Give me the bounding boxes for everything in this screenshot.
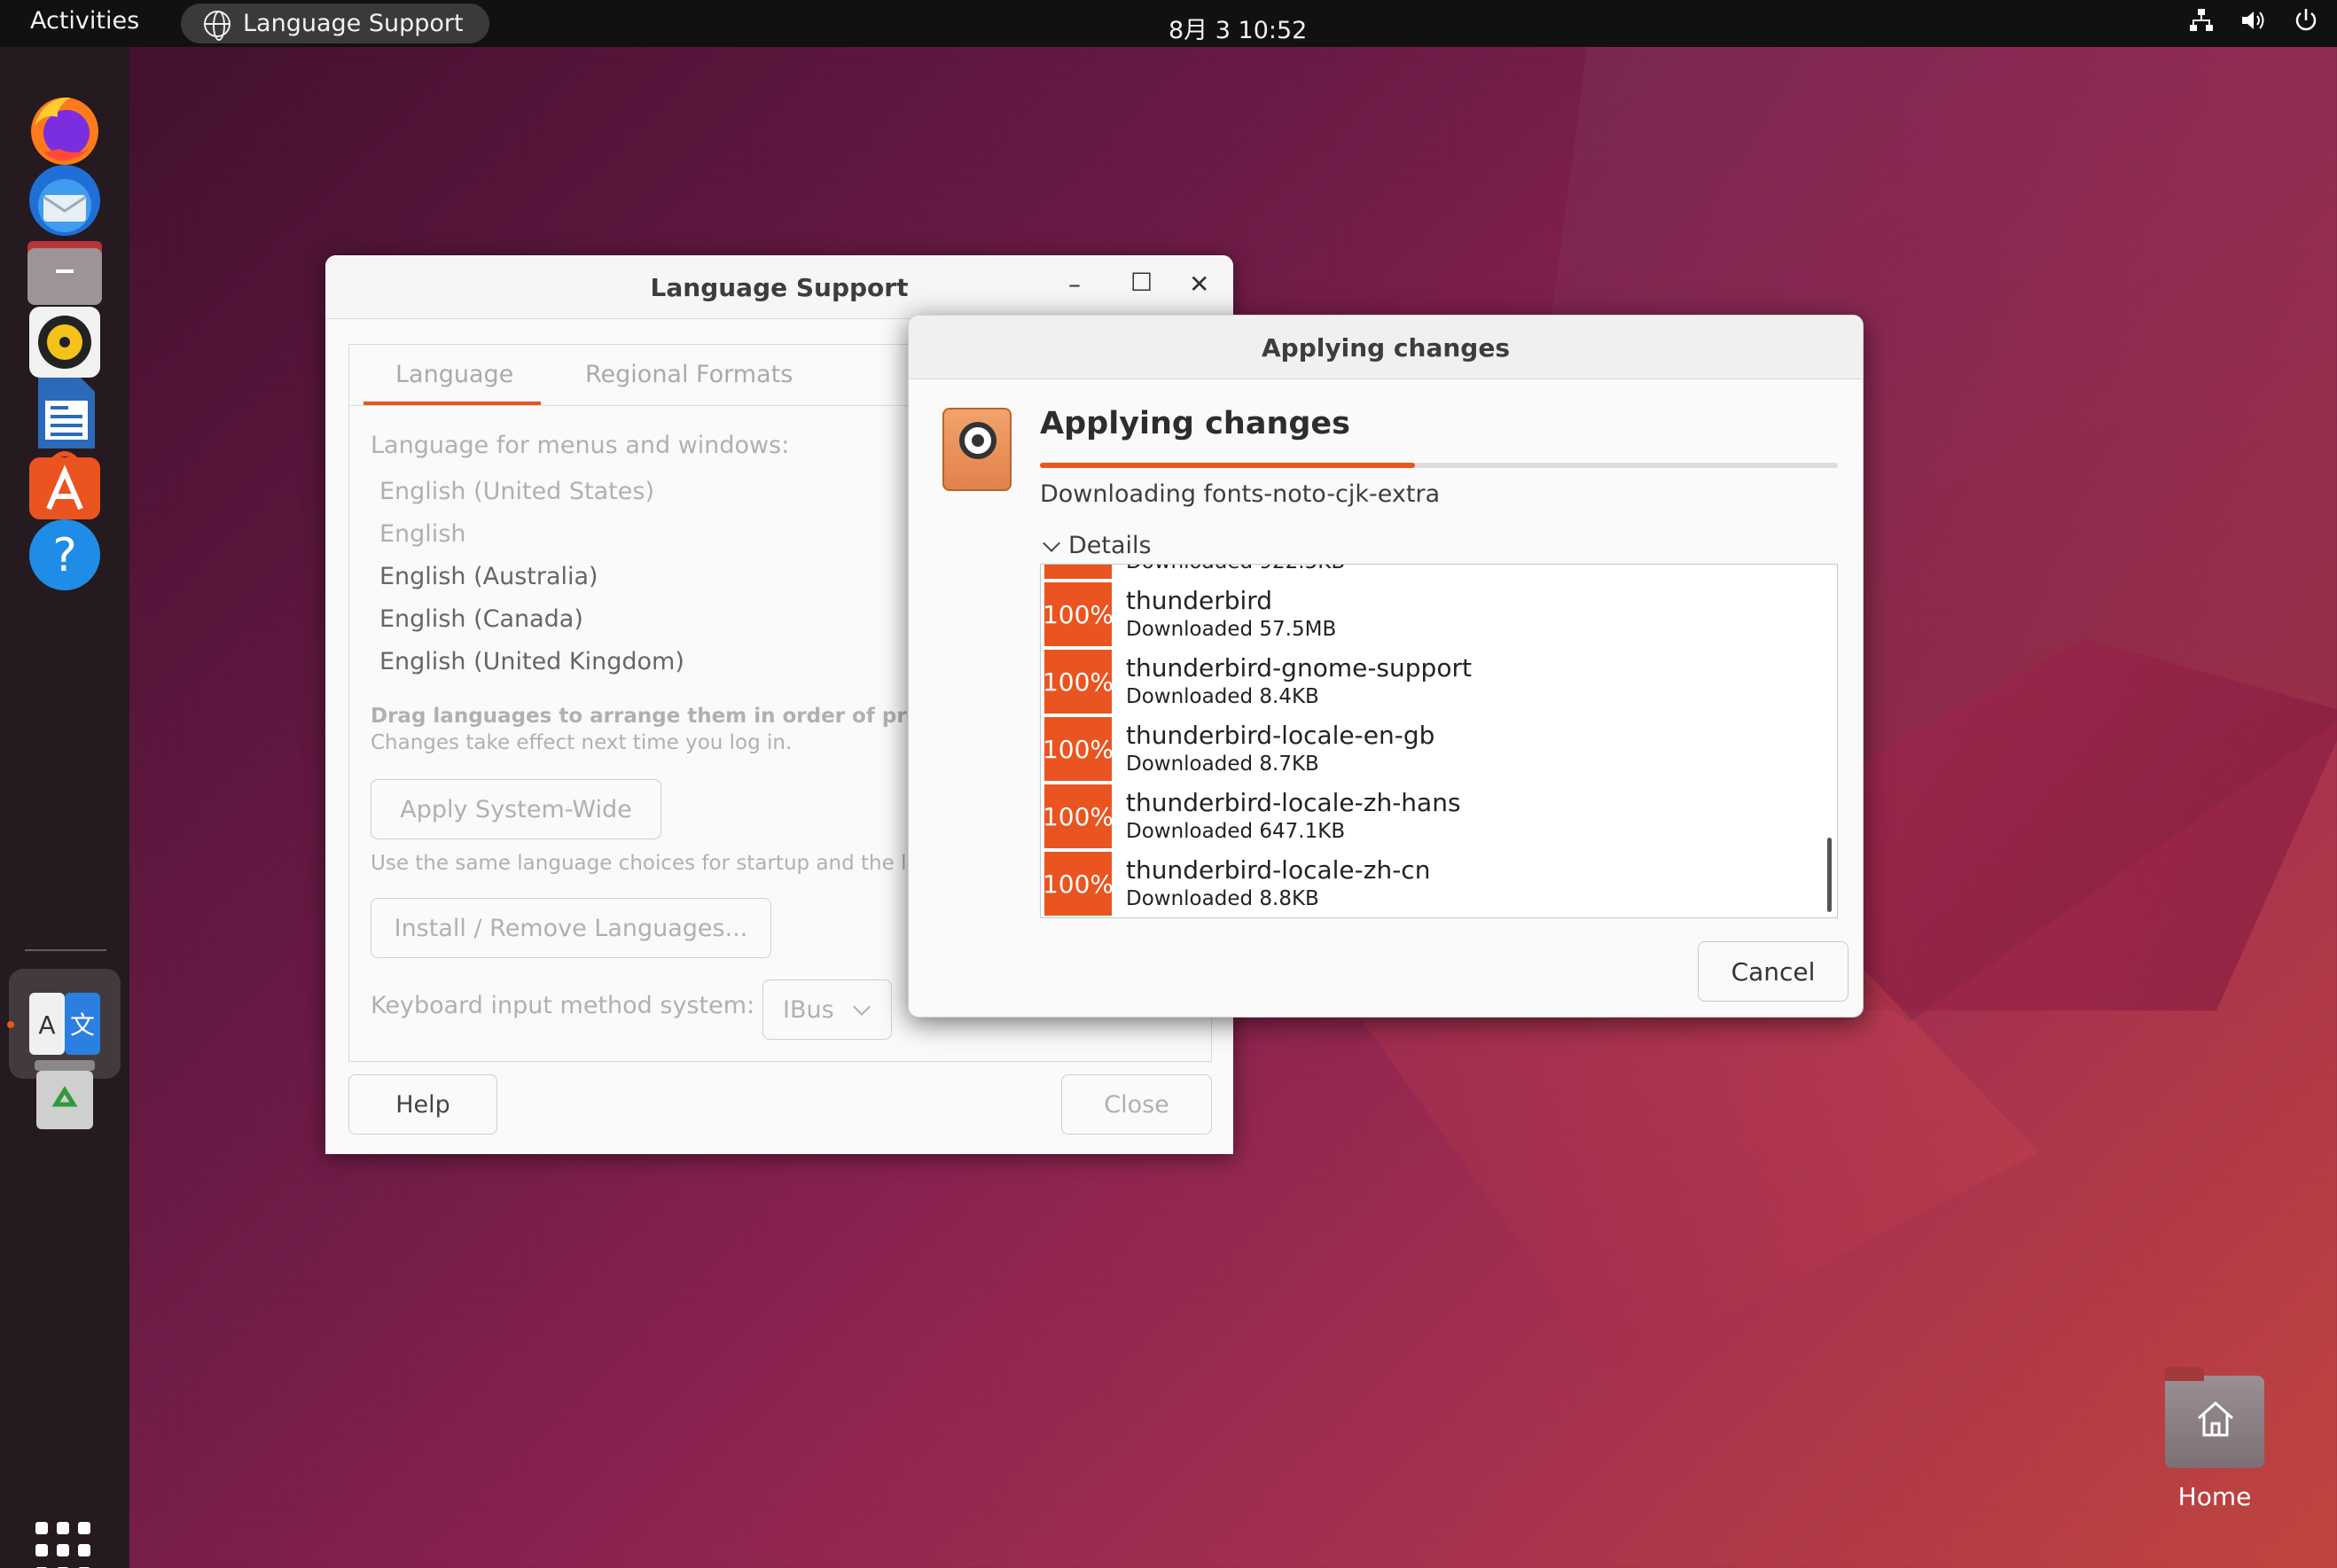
package-status: Downloaded 8.7KB [1126, 753, 1319, 776]
status-text: Downloading fonts-noto-cjk-extra [1040, 480, 1441, 508]
package-status: Downloaded 57.5MB [1126, 618, 1337, 641]
package-status: Downloaded 922.5KB [1126, 565, 1345, 573]
home-folder-icon[interactable] [2165, 1367, 2264, 1468]
package-name: thunderbird [1126, 586, 1273, 615]
package-icon [942, 408, 1012, 491]
progress-bar [1040, 463, 1838, 468]
maximize-icon[interactable]: ☐ [1130, 268, 1153, 297]
power-icon [2295, 9, 2317, 31]
keyboard-input-value: IBus [783, 995, 834, 1024]
package-name: thunderbird-locale-en-gb [1126, 721, 1435, 750]
drag-hint-2: Changes take effect next time you log in… [371, 731, 793, 754]
thunderbird-icon[interactable] [25, 160, 105, 240]
app-menu-label: Language Support [243, 10, 464, 37]
window-titlebar[interactable]: Language Support – ☐ ✕ [325, 255, 1233, 319]
tab-language[interactable]: Language [395, 361, 513, 388]
chevron-down-icon [852, 998, 871, 1016]
tab-regional-formats[interactable]: Regional Formats [585, 361, 793, 388]
percent-badge [1044, 565, 1112, 579]
list-item: 100% thunderbird-locale-zh-hans Download… [1043, 784, 1825, 848]
percent-badge: 100% [1043, 852, 1114, 916]
ubuntu-software-icon[interactable] [25, 444, 105, 524]
network-icon [2190, 9, 2213, 31]
package-status: Downloaded 647.1KB [1126, 820, 1346, 843]
drag-hint: Drag languages to arrange them in order … [371, 705, 982, 728]
language-list-item[interactable]: English (Australia) [379, 563, 598, 590]
details-list[interactable]: Downloaded 922.5KB 100% thunderbird Down… [1040, 564, 1838, 918]
language-list-item[interactable]: English (United Kingdom) [379, 648, 684, 675]
svg-text:文: 文 [70, 1010, 95, 1040]
package-name: thunderbird-locale-zh-hans [1126, 788, 1461, 817]
dialog-title: Applying changes [1262, 333, 1510, 363]
help-button[interactable]: Help [348, 1074, 497, 1135]
keyboard-input-label: Keyboard input method system: [371, 992, 755, 1019]
percent-badge: 100% [1043, 582, 1114, 646]
details-expander[interactable]: Details [1042, 532, 1152, 559]
percent-badge: 100% [1043, 717, 1114, 781]
help-icon[interactable]: ? [25, 515, 105, 595]
top-bar: Activities Language Support 8月 3 10:52 [0, 0, 2337, 47]
language-support-icon[interactable]: A 文 [25, 983, 105, 1063]
running-indicator [7, 1021, 14, 1028]
apply-hint: Use the same language choices for startu… [371, 852, 938, 875]
dock-separator [25, 949, 106, 951]
install-remove-languages-button[interactable]: Install / Remove Languages... [371, 898, 771, 958]
language-list-item[interactable]: English (United States) [379, 478, 654, 505]
applying-changes-dialog: Applying changes Applying changes Downlo… [908, 315, 1864, 1018]
system-tray[interactable] [2188, 7, 2319, 34]
list-item: 100% thunderbird Downloaded 57.5MB [1043, 582, 1825, 646]
files-icon[interactable] [25, 231, 105, 311]
package-name: thunderbird-locale-zh-cn [1126, 855, 1431, 885]
list-item: 100% thunderbird-locale-zh-cn Downloaded… [1043, 852, 1825, 916]
menus-label: Language for menus and windows: [371, 432, 790, 459]
activities-button[interactable]: Activities [30, 7, 139, 35]
window-title: Language Support [650, 273, 909, 302]
libreoffice-writer-icon[interactable] [25, 373, 105, 453]
home-folder-label[interactable]: Home [2146, 1482, 2284, 1511]
trash-icon[interactable] [25, 1054, 105, 1134]
globe-icon [204, 10, 231, 41]
app-menu-button[interactable]: Language Support [181, 4, 489, 43]
cancel-button[interactable]: Cancel [1698, 941, 1848, 1002]
percent-badge: 100% [1043, 784, 1114, 848]
package-status: Downloaded 8.4KB [1126, 685, 1319, 708]
firefox-icon[interactable] [25, 90, 105, 169]
chevron-down-icon [1043, 534, 1060, 552]
dialog-titlebar[interactable]: Applying changes [909, 316, 1863, 379]
svg-text:A: A [38, 1010, 55, 1040]
rhythmbox-icon[interactable] [25, 302, 105, 382]
details-label: Details [1068, 532, 1152, 559]
keyboard-input-select[interactable]: IBus [762, 979, 892, 1040]
dialog-heading: Applying changes [1040, 406, 1350, 441]
apply-system-wide-button[interactable]: Apply System-Wide [371, 779, 661, 839]
language-list-item[interactable]: English (Canada) [379, 605, 583, 633]
clock[interactable]: 8月 3 10:52 [1168, 11, 1307, 45]
dock: ? A 文 [0, 47, 129, 1568]
minimize-icon[interactable]: – [1068, 269, 1081, 299]
close-window-icon[interactable]: ✕ [1189, 269, 1209, 299]
list-item: Downloaded 922.5KB [1044, 565, 1825, 579]
volume-icon [2242, 12, 2264, 29]
language-list-item[interactable]: English [379, 520, 466, 548]
package-name: thunderbird-gnome-support [1126, 653, 1472, 683]
list-item: 100% thunderbird-gnome-support Downloade… [1043, 650, 1825, 714]
close-button[interactable]: Close [1061, 1074, 1212, 1135]
list-item: 100% thunderbird-locale-en-gb Downloaded… [1043, 717, 1825, 781]
scrollbar[interactable] [1827, 838, 1832, 912]
svg-text:?: ? [52, 529, 77, 582]
show-apps-icon[interactable] [35, 1522, 94, 1568]
package-status: Downloaded 8.8KB [1126, 887, 1319, 910]
percent-badge: 100% [1043, 650, 1114, 714]
